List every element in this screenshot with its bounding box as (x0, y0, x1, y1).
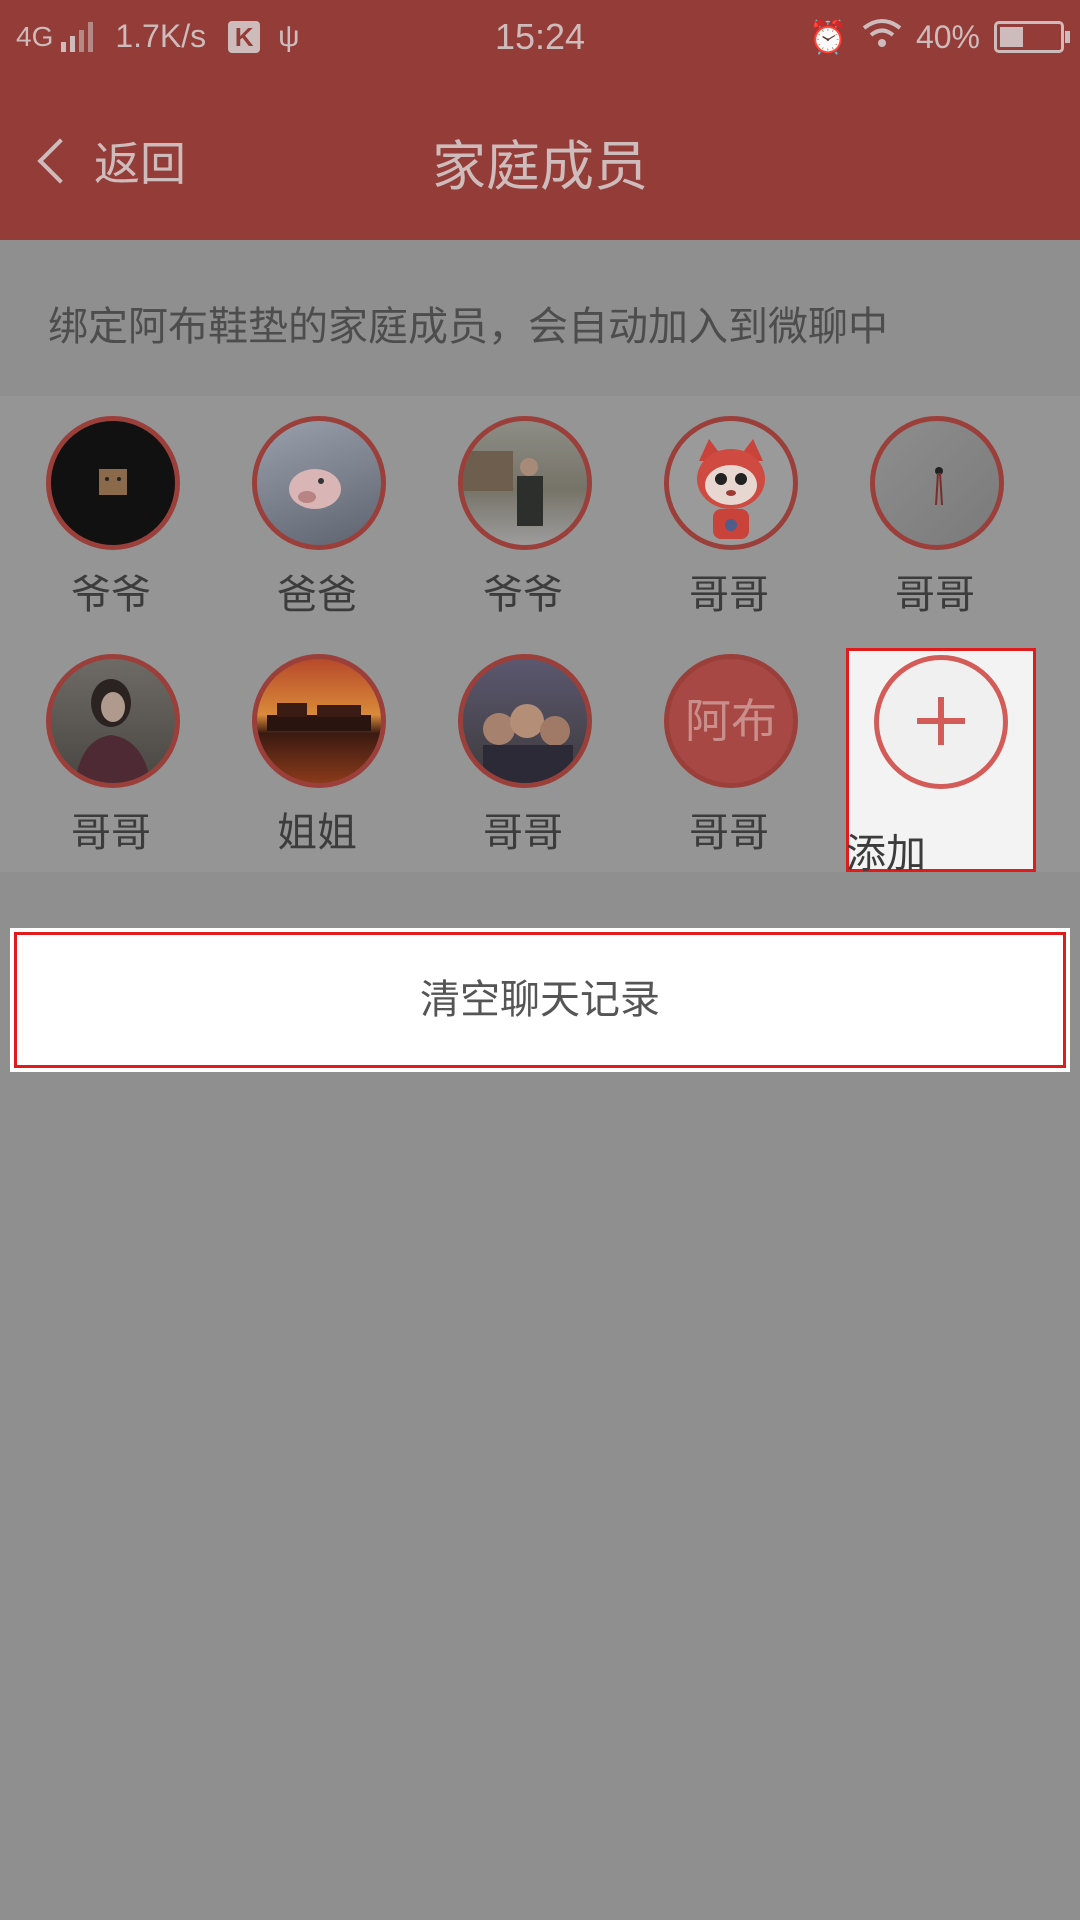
avatar (252, 416, 386, 550)
status-bar: 4G 1.7K/s K ψ 15:24 ⏰ 40% ⚡ (0, 0, 1080, 78)
member-item[interactable]: 哥哥 (634, 396, 824, 618)
member-name: 爷爷 (483, 572, 563, 618)
member-name: 哥哥 (71, 810, 151, 856)
avatar (870, 416, 1004, 550)
member-name: 哥哥 (895, 572, 975, 618)
page-title: 家庭成员 (432, 135, 648, 198)
avatar (46, 416, 180, 550)
member-name: 爸爸 (277, 572, 357, 618)
member-item[interactable]: 哥哥 (840, 396, 1030, 618)
avatar-text: 阿布 (664, 654, 798, 788)
avatar (46, 654, 180, 788)
info-section: 绑定阿布鞋垫的家庭成员，会自动加入到微聊中 (0, 240, 1080, 396)
member-name: 哥哥 (689, 572, 769, 618)
member-name: 哥哥 (483, 810, 563, 856)
avatar (458, 654, 592, 788)
member-item[interactable]: 阿布 哥哥 (634, 634, 824, 856)
member-item[interactable]: 哥哥 (16, 634, 206, 856)
battery-percent: 40% (915, 18, 980, 55)
wifi-icon (862, 18, 902, 56)
add-member-button[interactable]: 添加 (846, 648, 1036, 877)
member-item[interactable]: 姐姐 (222, 634, 412, 856)
avatar (252, 654, 386, 788)
member-item[interactable]: 爷爷 (428, 396, 618, 618)
battery-icon: ⚡ (994, 21, 1070, 53)
member-name: 姐姐 (277, 810, 357, 856)
plus-icon (874, 655, 1008, 789)
add-label: 添加 (846, 831, 926, 877)
member-item[interactable]: 爸爸 (222, 396, 412, 618)
avatar (664, 416, 798, 550)
member-item[interactable]: 哥哥 (428, 634, 618, 856)
alarm-icon: ⏰ (808, 19, 848, 55)
member-item[interactable]: 爷爷 (16, 396, 206, 618)
avatar (458, 416, 592, 550)
member-name: 哥哥 (689, 810, 769, 856)
info-text: 绑定阿布鞋垫的家庭成员，会自动加入到微聊中 (48, 304, 888, 350)
title-bar: 返回 家庭成员 (0, 78, 1080, 240)
member-name: 爷爷 (71, 572, 151, 618)
clear-chat-history-button[interactable]: 清空聊天记录 (14, 932, 1066, 1068)
